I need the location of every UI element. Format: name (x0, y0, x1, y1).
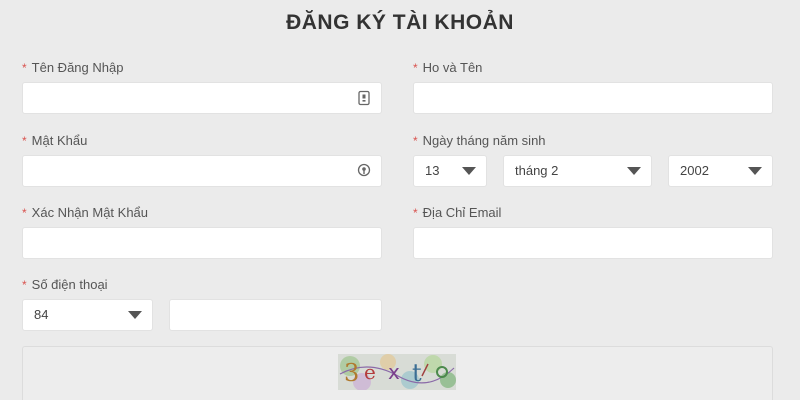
username-input[interactable] (22, 82, 382, 114)
page-title: ĐĂNG KÝ TÀI KHOẢN (286, 11, 514, 34)
fullname-input[interactable] (413, 82, 773, 114)
key-icon[interactable] (356, 163, 372, 179)
required-mark: * (413, 61, 418, 75)
captcha-char: 3 (344, 359, 359, 387)
username-label-text: Tên Đăng Nhập (31, 60, 124, 75)
phone-label-text: Số điện thoại (31, 277, 108, 292)
chevron-down-icon (748, 167, 762, 175)
email-label-text: Địa Chỉ Email (422, 205, 502, 220)
id-card-icon (358, 90, 370, 106)
birth-month-value: tháng 2 (515, 163, 559, 178)
birth-year-value: 2002 (680, 163, 709, 178)
email-input[interactable] (413, 227, 773, 259)
birthdate-label: * Ngày tháng năm sinh (413, 133, 546, 148)
confirm-password-label: * Xác Nhận Mật Khẩu (22, 205, 148, 220)
country-code-select[interactable]: 84 (22, 299, 153, 331)
birth-day-value: 13 (425, 163, 440, 178)
phone-input[interactable] (169, 299, 382, 331)
birth-day-select[interactable]: 13 (413, 155, 487, 187)
captcha-char: x (388, 360, 400, 384)
required-mark: * (22, 206, 27, 220)
required-mark: * (22, 278, 27, 292)
phone-label: * Số điện thoại (22, 277, 108, 292)
birthdate-label-text: Ngày tháng năm sinh (422, 133, 546, 148)
country-code-value: 84 (34, 307, 49, 322)
captcha-char: t (412, 359, 422, 387)
fullname-label-text: Ho và Tên (422, 60, 483, 75)
chevron-down-icon (627, 167, 641, 175)
username-label: * Tên Đăng Nhập (22, 60, 123, 75)
password-label-text: Mật Khẩu (31, 133, 88, 148)
required-mark: * (22, 134, 27, 148)
chevron-down-icon (128, 311, 142, 319)
confirm-password-input[interactable] (22, 227, 382, 259)
email-label: * Địa Chỉ Email (413, 205, 501, 220)
required-mark: * (413, 206, 418, 220)
fullname-label: * Ho và Tên (413, 60, 482, 75)
password-input[interactable] (22, 155, 382, 187)
chevron-down-icon (462, 167, 476, 175)
captcha-char: e (364, 360, 376, 384)
password-label: * Mật Khẩu (22, 133, 87, 148)
birth-month-select[interactable]: tháng 2 (503, 155, 652, 187)
required-mark: * (22, 61, 27, 75)
confirm-password-label-text: Xác Nhận Mật Khẩu (31, 205, 149, 220)
captcha-image: 3 e x t (338, 354, 456, 390)
required-mark: * (413, 134, 418, 148)
birth-year-select[interactable]: 2002 (668, 155, 773, 187)
